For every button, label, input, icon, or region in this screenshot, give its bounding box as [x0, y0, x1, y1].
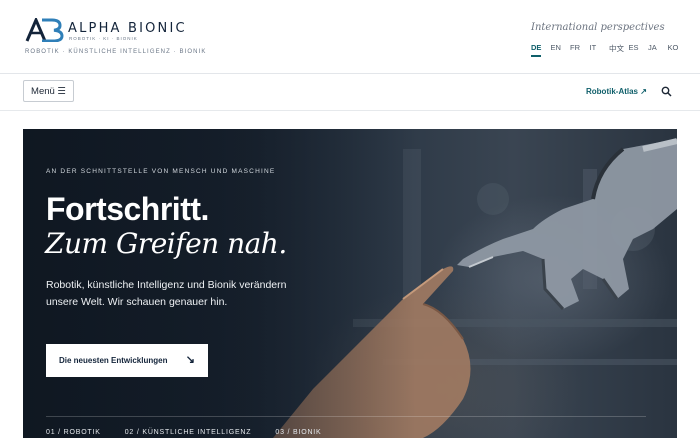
language-switcher: DE EN FR IT 中文 ES JA KO — [531, 43, 688, 57]
tab-kuenstliche-intelligenz[interactable]: 02 / KÜNSTLICHE INTELLIGENZ — [125, 429, 252, 436]
hero-divider — [46, 416, 646, 417]
lang-it[interactable]: IT — [590, 43, 610, 54]
hero-eyebrow: AN DER SCHNITTSTELLE VON MENSCH UND MASC… — [46, 168, 276, 175]
lang-zh[interactable]: 中文 — [609, 43, 629, 54]
menu-button[interactable]: Menü ☰ — [23, 80, 74, 102]
site-tagline: ROBOTIK · KÜNSTLICHE INTELLIGENZ · BIONI… — [25, 49, 207, 55]
lang-ko[interactable]: KO — [668, 43, 688, 54]
robotik-atlas-link[interactable]: Robotik-Atlas ↗ — [586, 87, 647, 96]
topic-tabs: 01 / ROBOTIK 02 / KÜNSTLICHE INTELLIGENZ… — [46, 429, 346, 436]
international-perspectives-label: International perspectives — [531, 22, 665, 33]
hero-headline: Fortschritt. — [46, 191, 209, 227]
lang-fr[interactable]: FR — [570, 43, 590, 54]
hero-banner: AN DER SCHNITTSTELLE VON MENSCH UND MASC… — [23, 129, 677, 438]
lang-de[interactable]: DE — [531, 43, 551, 57]
hero-lead-text: Robotik, künstliche Intelligenz und Bion… — [46, 279, 287, 308]
arrow-down-right-icon: ↘ — [185, 354, 195, 366]
lang-es[interactable]: ES — [629, 43, 649, 54]
tab-robotik[interactable]: 01 / ROBOTIK — [46, 429, 101, 436]
search-icon[interactable] — [661, 86, 672, 97]
main-navigation: Menü ☰ Robotik-Atlas ↗ — [0, 75, 700, 111]
brand-subline: ROBOTIK · KI · BIONIK — [69, 36, 138, 41]
cta-label: Die neuesten Entwicklungen — [59, 356, 168, 365]
tab-bionik[interactable]: 03 / BIONIK — [275, 429, 321, 436]
hero-headline-italic: Zum Greifen nah. — [45, 227, 287, 260]
latest-developments-button[interactable]: Die neuesten Entwicklungen ↘ — [46, 344, 208, 377]
site-header: ALPHA BIONIC ROBOTIK · KI · BIONIK ROBOT… — [0, 0, 700, 74]
brand-logo-icon[interactable] — [25, 18, 65, 42]
lang-en[interactable]: EN — [551, 43, 571, 54]
lang-ja[interactable]: JA — [648, 43, 668, 54]
brand-name[interactable]: ALPHA BIONIC — [68, 21, 187, 36]
